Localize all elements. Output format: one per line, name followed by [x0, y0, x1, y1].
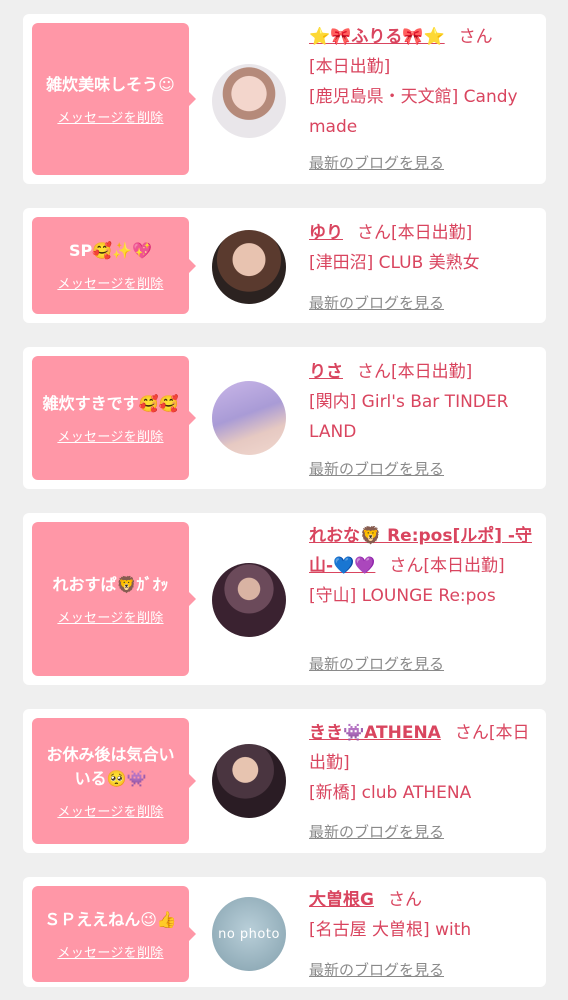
delete-message-link[interactable]: メッセージを削除 — [57, 942, 163, 961]
message-bubble: ＳＰええねん😉👍 メッセージを削除 — [32, 886, 196, 982]
work-status: [本日出勤] — [423, 556, 505, 576]
message-card: ＳＰええねん😉👍 メッセージを削除 no photo 大曽根G さん [名古屋 大… — [23, 877, 546, 987]
work-status: [本日出勤] — [391, 223, 473, 243]
girl-info: 大曽根G さん [名古屋 大曽根] with — [309, 885, 537, 945]
shop-name: [名古屋 大曽根] with — [309, 920, 472, 940]
honorific: さん — [389, 556, 424, 576]
girl-info: れおな🦁 Re:pos[ルポ] -守山-💙💜 さん[本日出勤] [守山] LOUN… — [309, 521, 537, 611]
message-card: 雑炊美味しそう☺ メッセージを削除 ⭐🎀ふりる🎀⭐ さん [本日出勤] [鹿児島県… — [23, 14, 546, 184]
girl-name-link[interactable]: きき👾ATHENA — [309, 723, 441, 743]
delete-message-link[interactable]: メッセージを削除 — [57, 273, 163, 292]
message-text: お休み後は気合いいる🥺👾 — [46, 744, 175, 788]
message-text: ＳＰええねん😉👍 — [44, 909, 177, 929]
message-bubble: れおすぱ🦁ｶﾞｵｯ メッセージを削除 — [32, 522, 196, 676]
girl-name-link[interactable]: ゆり — [309, 223, 343, 243]
honorific: さん — [454, 723, 489, 743]
shop-name: [鹿児島県・天文館] Candy made — [309, 87, 518, 137]
message-bubble: 雑炊美味しそう☺ メッセージを削除 — [32, 23, 196, 175]
girl-info: ⭐🎀ふりる🎀⭐ さん [本日出勤] [鹿児島県・天文館] Candy made — [309, 22, 537, 142]
shop-name: [守山] LOUNGE Re:pos — [309, 586, 496, 606]
delete-message-link[interactable]: メッセージを削除 — [57, 607, 163, 626]
message-card: れおすぱ🦁ｶﾞｵｯ メッセージを削除 れおな🦁 Re:pos[ルポ] -守山-💙… — [23, 513, 546, 685]
message-card: 雑炊すきです🥰🥰 メッセージを削除 りさ さん[本日出勤] [関内] Girl's… — [23, 347, 546, 489]
latest-blog-link[interactable]: 最新のブログを見る — [309, 959, 444, 980]
shop-name: [新橋] club ATHENA — [309, 783, 472, 803]
message-text: SP🥰✨💖 — [68, 241, 152, 260]
delete-message-link[interactable]: メッセージを削除 — [57, 801, 163, 820]
shop-name: [関内] Girl's Bar TINDER LAND — [309, 392, 509, 442]
latest-blog-link[interactable]: 最新のブログを見る — [309, 152, 444, 173]
no-photo-placeholder: no photo — [218, 926, 280, 942]
latest-blog-link[interactable]: 最新のブログを見る — [309, 458, 444, 479]
message-card: SP🥰✨💖 メッセージを削除 ゆり さん[本日出勤] [津田沼] CLUB 美熟女… — [23, 208, 546, 323]
avatar[interactable]: no photo — [212, 897, 286, 971]
honorific: さん — [357, 223, 391, 243]
honorific: さん — [458, 27, 493, 47]
avatar[interactable] — [212, 381, 286, 455]
girl-name-link[interactable]: ⭐🎀ふりる🎀⭐ — [309, 27, 445, 47]
delete-message-link[interactable]: メッセージを削除 — [57, 107, 163, 126]
message-text: 雑炊美味しそう☺ — [46, 74, 175, 94]
latest-blog-link[interactable]: 最新のブログを見る — [309, 821, 444, 842]
shop-name: [津田沼] CLUB 美熟女 — [309, 253, 480, 273]
latest-blog-link[interactable]: 最新のブログを見る — [309, 292, 444, 313]
message-card: お休み後は気合いいる🥺👾 メッセージを削除 きき👾ATHENA さん[本日出勤] … — [23, 709, 546, 853]
message-text: れおすぱ🦁ｶﾞｵｯ — [52, 574, 169, 594]
message-bubble: SP🥰✨💖 メッセージを削除 — [32, 217, 196, 314]
message-text: 雑炊すきです🥰🥰 — [42, 393, 179, 413]
girl-info: りさ さん[本日出勤] [関内] Girl's Bar TINDER LAND — [309, 357, 537, 447]
avatar[interactable] — [212, 230, 286, 304]
work-status: [本日出勤] — [309, 57, 391, 77]
girl-info: きき👾ATHENA さん[本日出勤] [新橋] club ATHENA — [309, 718, 537, 808]
girl-name-link[interactable]: りさ — [309, 362, 343, 382]
message-bubble: お休み後は気合いいる🥺👾 メッセージを削除 — [32, 718, 196, 844]
honorific: さん — [357, 362, 391, 382]
girl-name-link[interactable]: 大曽根G — [309, 890, 374, 910]
message-bubble: 雑炊すきです🥰🥰 メッセージを削除 — [32, 356, 196, 480]
delete-message-link[interactable]: メッセージを削除 — [57, 426, 163, 445]
honorific: さん — [387, 890, 422, 910]
latest-blog-link[interactable]: 最新のブログを見る — [309, 653, 444, 674]
girl-info: ゆり さん[本日出勤] [津田沼] CLUB 美熟女 — [309, 218, 537, 278]
avatar[interactable] — [212, 563, 286, 637]
work-status: [本日出勤] — [391, 362, 473, 382]
avatar[interactable] — [212, 744, 286, 818]
avatar[interactable] — [212, 64, 286, 138]
